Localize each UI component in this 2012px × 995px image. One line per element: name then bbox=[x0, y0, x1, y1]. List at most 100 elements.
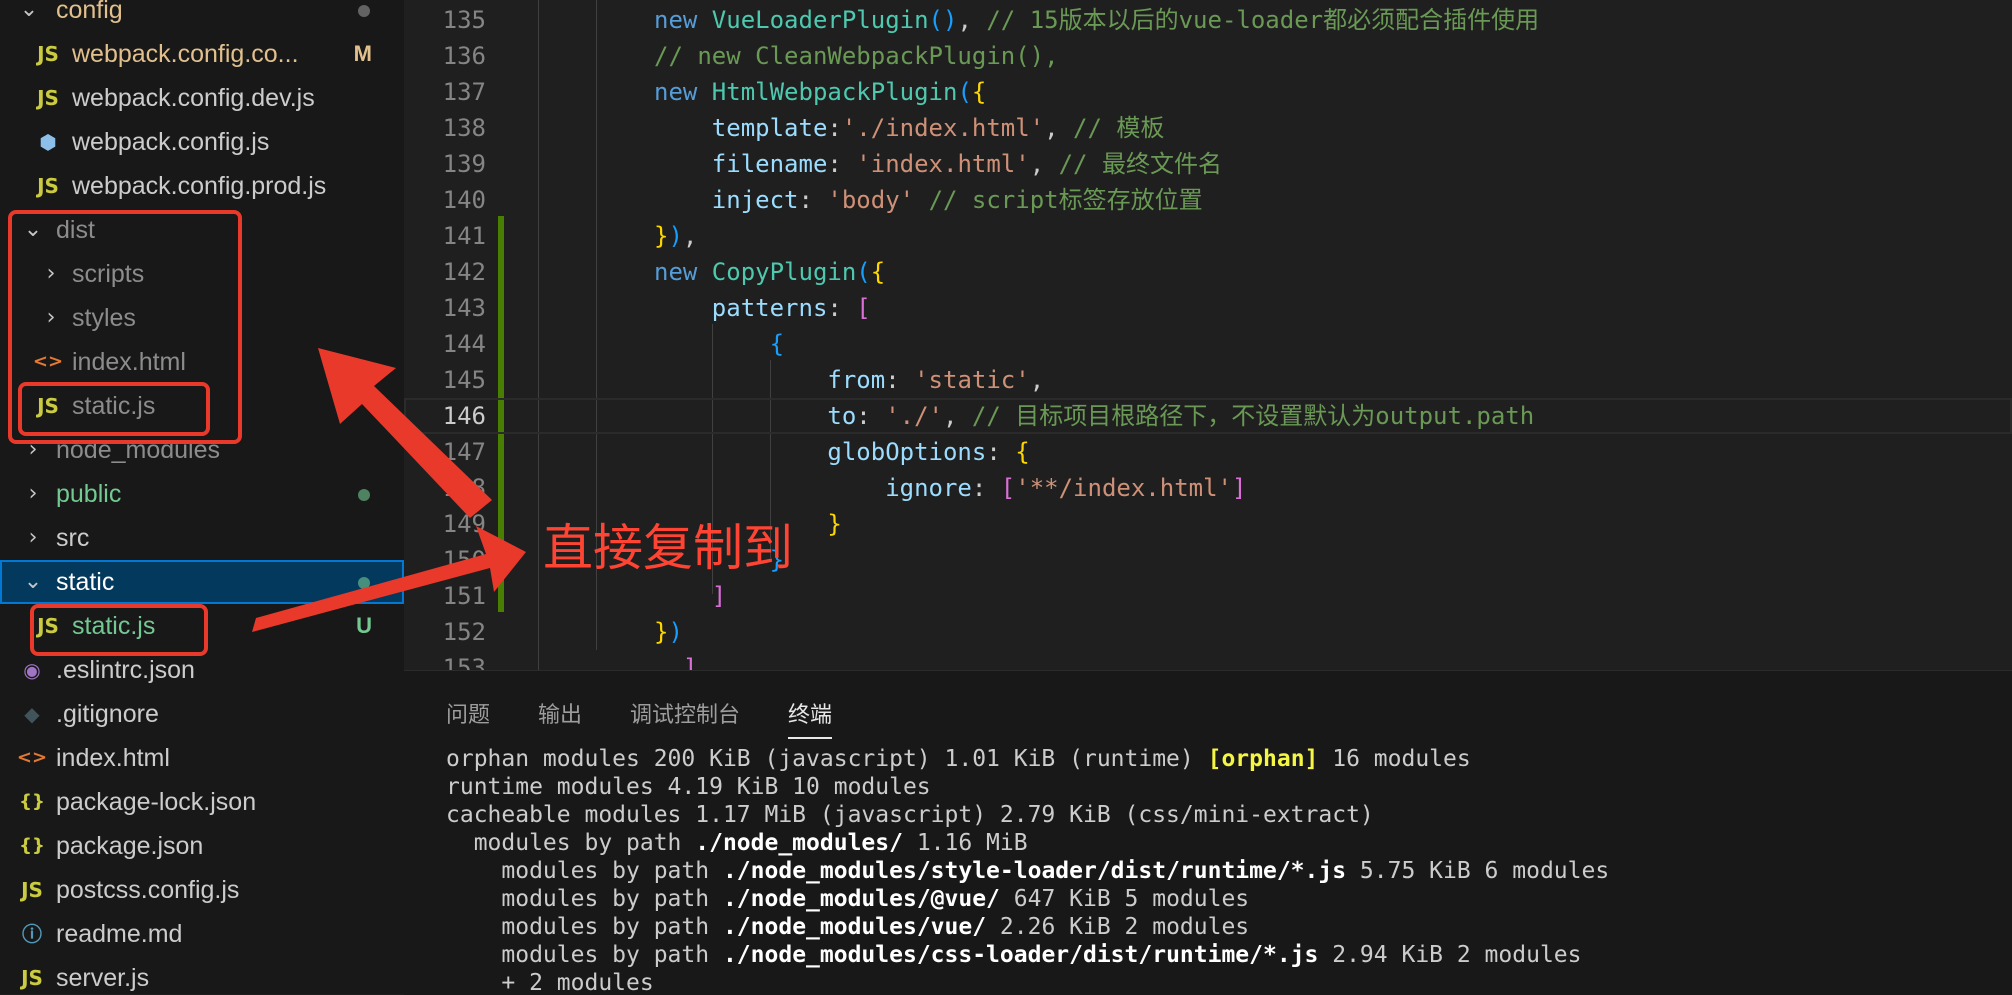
tree-folder-public[interactable]: › public bbox=[0, 472, 404, 516]
terminal-text: cacheable modules 1.17 MiB (javascript) … bbox=[446, 802, 1374, 828]
tree-item-label: config bbox=[56, 0, 123, 24]
tree-folder-config[interactable]: ⌄ config bbox=[0, 0, 404, 32]
code-token: inject bbox=[711, 186, 799, 214]
code-token: HtmlWebpackPlugin bbox=[711, 78, 958, 106]
code-token: : bbox=[856, 402, 886, 430]
code-token: , bbox=[1029, 366, 1045, 394]
code-line[interactable]: 153 ] bbox=[404, 650, 2012, 670]
terminal-text: ./node_modules/@vue/ bbox=[722, 886, 1000, 912]
code-token: } bbox=[827, 510, 842, 538]
code-line[interactable]: 145 from: 'static', bbox=[404, 362, 2012, 398]
terminal-text: 5.75 KiB 6 modules bbox=[1346, 858, 1610, 884]
tree-item-label: readme.md bbox=[56, 920, 183, 948]
code-token: globOptions bbox=[827, 438, 987, 466]
bottom-panel: 问题 输出 调试控制台 终端 orphan modules 200 KiB (j… bbox=[404, 670, 2012, 995]
tree-file-server-js[interactable]: JS server.js bbox=[0, 956, 404, 994]
code-text: { bbox=[654, 326, 784, 362]
code-line[interactable]: 136 // new CleanWebpackPlugin(), bbox=[404, 38, 2012, 74]
code-token: : bbox=[827, 114, 842, 142]
terminal-line: cacheable modules 1.17 MiB (javascript) … bbox=[446, 801, 1374, 829]
line-number: 150 bbox=[442, 546, 486, 574]
line-number: 151 bbox=[442, 582, 486, 610]
tree-folder-src[interactable]: › src bbox=[0, 516, 404, 560]
code-line[interactable]: 140 inject: 'body' // script标签存放位置 bbox=[404, 182, 2012, 218]
tree-item-label: src bbox=[56, 524, 90, 552]
code-token: ] bbox=[1232, 474, 1247, 502]
tree-file-readme[interactable]: ⓘ readme.md bbox=[0, 912, 404, 956]
folder-status-dot bbox=[358, 489, 370, 501]
code-text: from: 'static', bbox=[654, 362, 1044, 398]
annotation-highlight-dist-static-js bbox=[18, 382, 210, 436]
tree-file-package-lock[interactable]: {} package-lock.json bbox=[0, 780, 404, 824]
line-number: 142 bbox=[442, 258, 486, 286]
tree-file-webpack-config-common[interactable]: JS webpack.config.co... M bbox=[0, 32, 404, 76]
line-number: 152 bbox=[442, 618, 486, 646]
tab-problems[interactable]: 问题 bbox=[446, 697, 490, 737]
line-number: 140 bbox=[442, 186, 486, 214]
tree-file-webpack-config-prod[interactable]: JS webpack.config.prod.js bbox=[0, 164, 404, 208]
terminal-text: modules by path bbox=[446, 858, 723, 884]
code-line[interactable]: 147 globOptions: { bbox=[404, 434, 2012, 470]
tree-file-gitignore[interactable]: ◆ .gitignore bbox=[0, 692, 404, 736]
code-line[interactable]: 151 ] bbox=[404, 578, 2012, 614]
code-line[interactable]: 135 new VueLoaderPlugin(), // 15版本以后的vue-… bbox=[404, 2, 2012, 38]
tab-debug-console[interactable]: 调试控制台 bbox=[630, 697, 740, 737]
code-token: [ bbox=[1000, 474, 1016, 502]
code-token: : bbox=[885, 366, 915, 394]
code-line[interactable]: 142 new CopyPlugin({ bbox=[404, 254, 2012, 290]
terminal-line: modules by path ./node_modules/style-loa… bbox=[446, 857, 1609, 885]
code-token: new bbox=[654, 6, 712, 34]
code-line[interactable]: 139 filename: 'index.html', // 最终文件名 bbox=[404, 146, 2012, 182]
js-file-icon: JS bbox=[21, 966, 43, 990]
tree-folder-static[interactable]: ⌄ static bbox=[0, 560, 404, 604]
code-token: // 15版本以后的vue-loader都必须配合插件使用 bbox=[986, 6, 1540, 34]
folder-status-dot bbox=[358, 5, 370, 17]
code-line[interactable]: 152}) bbox=[404, 614, 2012, 650]
terminal-text: 1.16 MiB bbox=[902, 830, 1028, 856]
tree-file-webpack-config[interactable]: ⬢ webpack.config.js bbox=[0, 120, 404, 164]
terminal-text: 647 KiB 5 modules bbox=[999, 886, 1250, 912]
code-token: () bbox=[928, 6, 958, 34]
line-number: 139 bbox=[442, 150, 486, 178]
code-token: // 目标项目根路径下，不设置默认为output.path bbox=[971, 402, 1535, 430]
tree-file-postcss-config[interactable]: JS postcss.config.js bbox=[0, 868, 404, 912]
code-line[interactable]: 148 ignore: ['**/index.html'] bbox=[404, 470, 2012, 506]
code-line[interactable]: 144 { bbox=[404, 326, 2012, 362]
terminal-text: 16 modules bbox=[1318, 746, 1471, 772]
code-line[interactable]: 146 to: './', // 目标项目根路径下，不设置默认为output.p… bbox=[404, 398, 2012, 434]
tab-output[interactable]: 输出 bbox=[538, 697, 582, 737]
annotation-highlight-static-js bbox=[30, 604, 208, 656]
code-text: new VueLoaderPlugin(), // 15版本以后的vue-loa… bbox=[654, 2, 1539, 38]
code-line[interactable]: 137 new HtmlWebpackPlugin({ bbox=[404, 74, 2012, 110]
line-number: 138 bbox=[442, 114, 486, 142]
tree-item-label: public bbox=[56, 480, 122, 508]
terminal-text: orphan modules 200 KiB (javascript) 1.01… bbox=[446, 746, 1208, 772]
code-token: // 最终文件名 bbox=[1058, 150, 1222, 178]
terminal-text: modules by path bbox=[446, 886, 723, 912]
tree-item-label: webpack.config.dev.js bbox=[72, 84, 315, 112]
tree-file-package-json[interactable]: {} package.json bbox=[0, 824, 404, 868]
json-file-icon: {} bbox=[19, 791, 45, 812]
tree-file-index-html[interactable]: <> index.html bbox=[0, 736, 404, 780]
code-line[interactable]: 141}), bbox=[404, 218, 2012, 254]
code-text: to: './', // 目标项目根路径下，不设置默认为output.path bbox=[654, 398, 1534, 434]
code-token: CopyPlugin bbox=[711, 258, 857, 286]
code-text: ] bbox=[654, 578, 726, 614]
tree-file-webpack-config-dev[interactable]: JS webpack.config.dev.js bbox=[0, 76, 404, 120]
tree-item-label: webpack.config.prod.js bbox=[72, 172, 327, 200]
tab-terminal[interactable]: 终端 bbox=[788, 697, 833, 739]
code-line[interactable]: 143 patterns: [ bbox=[404, 290, 2012, 326]
code-token: template bbox=[711, 114, 828, 142]
code-token: } bbox=[654, 618, 669, 646]
code-text: patterns: [ bbox=[654, 290, 871, 326]
code-token: : bbox=[986, 438, 1016, 466]
code-line[interactable]: 138 template:'./index.html', // 模板 bbox=[404, 110, 2012, 146]
code-token: { bbox=[870, 258, 886, 286]
terminal-text: modules by path bbox=[446, 914, 723, 940]
code-token: ( bbox=[957, 78, 972, 106]
